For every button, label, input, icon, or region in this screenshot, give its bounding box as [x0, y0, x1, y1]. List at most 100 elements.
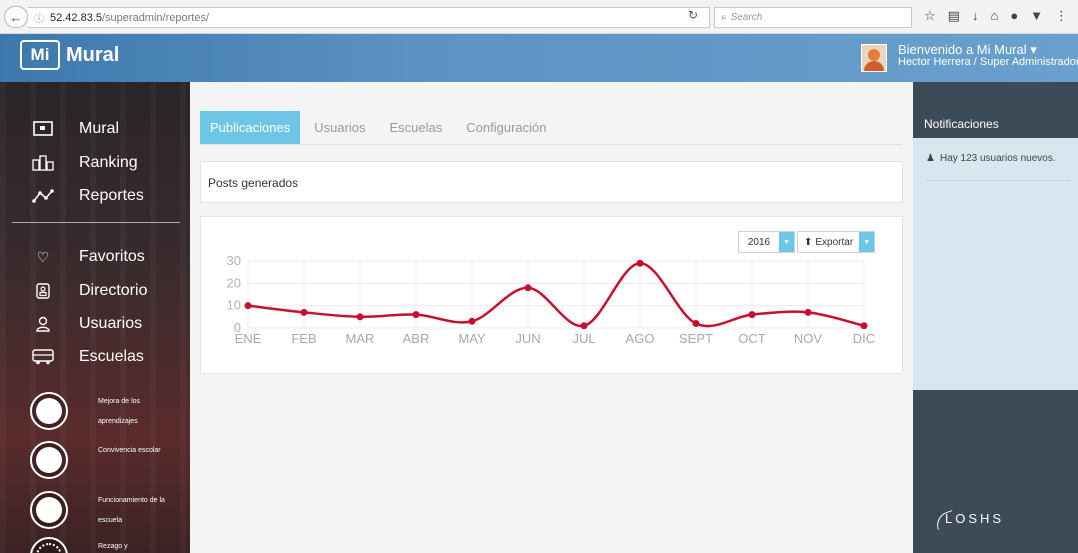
- star-icon[interactable]: ☆: [924, 8, 936, 24]
- sidebar: Mural Ranking Reportes ♡ Favoritos Direc…: [0, 82, 190, 553]
- notifications-list: ♟ Hay 123 usuarios nuevos.: [913, 138, 1078, 390]
- sidebar-item-reportes[interactable]: Reportes: [32, 187, 144, 205]
- browser-search-input[interactable]: ⌕ Search: [714, 7, 912, 28]
- x-tick-label: AGO: [626, 331, 655, 346]
- footer-brand: LOSHS: [945, 511, 1005, 526]
- sidebar-item-label: Favoritos: [79, 248, 145, 265]
- ranking-icon: [32, 154, 54, 172]
- data-point: [804, 308, 812, 316]
- sidebar-item-directorio[interactable]: Directorio: [32, 282, 147, 300]
- clipboard-icon[interactable]: ▤: [948, 8, 960, 24]
- x-tick-label: NOV: [794, 331, 823, 346]
- user-menu[interactable]: Bienvenido a Mi Mural ▾ Hector Herrera /…: [898, 43, 1078, 69]
- avatar[interactable]: [861, 44, 887, 72]
- data-point: [524, 284, 532, 292]
- group-icon: [30, 441, 68, 479]
- main-content: Publicaciones Usuarios Escuelas Configur…: [190, 82, 913, 553]
- url-path: /superadmin/reportes/: [102, 11, 209, 24]
- tab-usuarios[interactable]: Usuarios: [304, 111, 375, 144]
- info-icon[interactable]: ⓘ: [34, 10, 44, 25]
- back-arrow-icon[interactable]: ←: [4, 6, 28, 28]
- x-tick-label: JUL: [572, 331, 595, 346]
- sidebar-item-escuelas[interactable]: Escuelas: [32, 348, 144, 366]
- browser-toolbar: ← ⓘ 52.42.83.5 /superadmin/reportes/ ↻ ⌕…: [0, 0, 1078, 34]
- notification-divider: [926, 180, 1071, 181]
- sidebar-item-favoritos[interactable]: ♡ Favoritos: [32, 248, 145, 266]
- notification-item[interactable]: ♟ Hay 123 usuarios nuevos.: [926, 153, 1056, 164]
- category-label: Funcionamiento de la escuela: [98, 497, 165, 524]
- x-tick-label: SEPT: [679, 331, 713, 346]
- x-tick-label: ENE: [235, 331, 262, 346]
- sun-icon: [30, 537, 68, 553]
- panel-title: Posts generados: [200, 161, 903, 203]
- data-point: [412, 311, 420, 319]
- user-name: Hector Herrera / Super Administrador: [898, 56, 1078, 68]
- notification-text: Hay 123 usuarios nuevos.: [939, 153, 1056, 164]
- app-header: Mi Mural Bienvenido a Mi Mural ▾ Hector …: [0, 34, 1078, 82]
- category-label: Rezago y: [98, 543, 128, 550]
- search-placeholder: Search: [730, 12, 763, 23]
- student-icon: [30, 392, 68, 430]
- pocket-icon[interactable]: ▼: [1030, 8, 1043, 24]
- home-icon[interactable]: ⌂: [990, 8, 998, 24]
- category-label: Convivencia escolar: [98, 447, 161, 454]
- menu-icon[interactable]: ⋮: [1055, 8, 1068, 24]
- data-point: [580, 322, 588, 330]
- address-bar[interactable]: ⓘ 52.42.83.5 /superadmin/reportes/: [28, 7, 710, 28]
- x-tick-label: FEB: [291, 331, 316, 346]
- sidebar-item-label: Ranking: [79, 154, 138, 171]
- sidebar-item-label: Usuarios: [79, 315, 143, 332]
- sidebar-item-ranking[interactable]: Ranking: [32, 154, 138, 172]
- browser-toolbar-icons: ☆ ▤ ↓ ⌂ ● ▼ ⋮: [924, 8, 1068, 24]
- welcome-text: Bienvenido a Mi Mural ▾: [898, 42, 1037, 57]
- y-tick-label: 30: [227, 253, 241, 268]
- tabs-divider: [200, 144, 903, 145]
- data-point: [748, 311, 756, 319]
- tab-publicaciones[interactable]: Publicaciones: [200, 111, 301, 144]
- data-point: [860, 322, 868, 330]
- search-icon: ⌕: [721, 12, 727, 23]
- y-tick-label: 10: [227, 298, 241, 313]
- chart-panel: 2016 ▼ ⬆ Exportar ▼ 0 10 20 30 ENE FEB MAR ABR M…: [200, 216, 903, 374]
- x-tick-label: ABR: [403, 331, 430, 346]
- category-convivencia[interactable]: Convivencia escolar: [30, 441, 173, 479]
- data-point: [636, 259, 644, 267]
- x-tick-label: OCT: [738, 331, 766, 346]
- notifications-panel: Notificaciones ♟ Hay 123 usuarios nuevos…: [913, 82, 1078, 553]
- monitor-icon: [32, 120, 54, 138]
- sidebar-item-label: Escuelas: [79, 348, 144, 365]
- sidebar-divider: [12, 222, 180, 223]
- data-point: [356, 313, 364, 321]
- category-mejora[interactable]: Mejora de los aprendizajes: [30, 392, 173, 432]
- data-point: [468, 317, 476, 325]
- x-tick-label: MAR: [346, 331, 375, 346]
- category-rezago[interactable]: Rezago y: [30, 537, 173, 553]
- data-point: [692, 320, 700, 328]
- tab-configuracion[interactable]: Configuración: [456, 111, 556, 144]
- download-icon[interactable]: ↓: [972, 8, 979, 24]
- sidebar-item-mural[interactable]: Mural: [32, 120, 119, 138]
- network-icon: [30, 491, 68, 529]
- user-icon: ♟: [926, 153, 935, 164]
- line-chart-icon: [32, 187, 54, 205]
- data-point: [244, 302, 252, 310]
- bus-icon: [32, 348, 54, 366]
- sidebar-item-label: Mural: [79, 120, 120, 137]
- chat-icon[interactable]: ●: [1010, 8, 1018, 24]
- url-host: 52.42.83.5: [50, 11, 102, 24]
- y-tick-label: 20: [227, 275, 241, 290]
- sidebar-item-label: Reportes: [79, 187, 144, 204]
- category-funcionamiento[interactable]: Funcionamiento de la escuela: [30, 491, 173, 531]
- logo[interactable]: Mi Mural: [20, 40, 119, 70]
- user-icon: [32, 315, 54, 333]
- x-tick-label: DIC: [853, 331, 875, 346]
- reload-icon[interactable]: ↻: [688, 8, 698, 22]
- tab-escuelas[interactable]: Escuelas: [380, 111, 453, 144]
- sidebar-item-label: Directorio: [79, 282, 148, 299]
- sidebar-item-usuarios[interactable]: Usuarios: [32, 315, 142, 333]
- address-book-icon: [32, 282, 54, 300]
- heart-icon: ♡: [36, 248, 50, 265]
- data-point: [300, 308, 308, 316]
- series-line: [247, 261, 865, 328]
- category-label: Mejora de los aprendizajes: [98, 398, 141, 425]
